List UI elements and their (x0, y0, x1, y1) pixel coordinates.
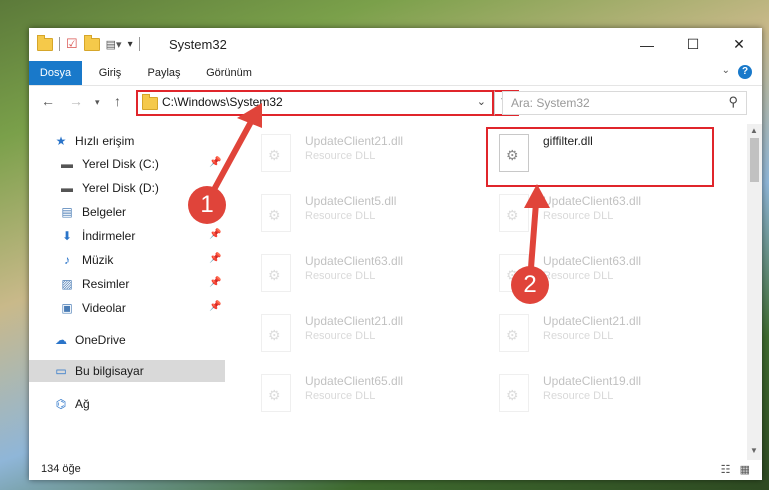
step-badge-2: 2 (511, 266, 549, 304)
annotation-arrows (207, 103, 550, 271)
step-badge-1: 1 (188, 186, 226, 224)
